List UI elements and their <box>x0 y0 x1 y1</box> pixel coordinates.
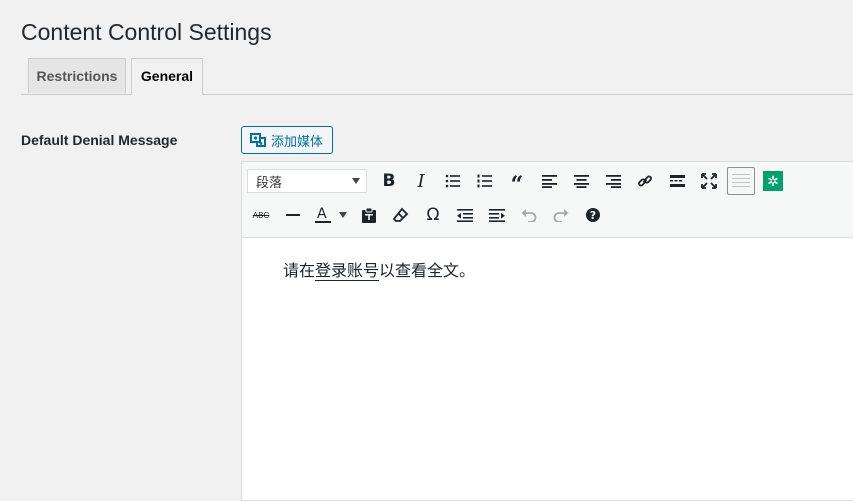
chevron-down-icon <box>339 212 347 218</box>
add-media-label: 添加媒体 <box>271 133 324 149</box>
svg-text:?: ? <box>590 209 596 222</box>
help-button[interactable]: ? <box>579 201 607 229</box>
italic-icon: I <box>417 170 425 192</box>
special-character-button[interactable]: Ω <box>419 201 447 229</box>
numbered-list-button[interactable] <box>471 167 499 195</box>
horizontal-line-button[interactable] <box>279 201 307 229</box>
indent-button[interactable] <box>483 201 511 229</box>
content-login-link[interactable]: 登录账号 <box>315 261 380 281</box>
tab-restrictions[interactable]: Restrictions <box>28 58 126 93</box>
outdent-icon <box>457 209 473 222</box>
redo-icon <box>553 209 569 222</box>
link-button[interactable] <box>631 167 659 195</box>
svg-text:A: A <box>317 206 327 222</box>
fullscreen-icon <box>701 173 717 189</box>
bold-icon: B <box>382 171 396 191</box>
blockquote-button[interactable]: “ <box>503 167 531 198</box>
page-title: Content Control Settings <box>21 19 272 45</box>
format-select[interactable]: 段落 <box>247 169 367 193</box>
toolbar-toggle-icon <box>732 174 750 187</box>
bullet-list-icon <box>445 174 460 188</box>
editor-content[interactable]: 请在登录账号以查看全文。 <box>283 260 475 282</box>
add-media-button[interactable]: 添加媒体 <box>241 126 333 154</box>
bullet-list-button[interactable] <box>439 167 467 195</box>
tab-general[interactable]: General <box>131 58 203 95</box>
fullscreen-button[interactable] <box>695 167 723 195</box>
settings-tabs: Restrictions General <box>21 58 853 95</box>
link-icon <box>638 175 652 187</box>
text-color-button[interactable]: A <box>311 201 351 229</box>
redo-button[interactable] <box>547 201 575 229</box>
media-icon <box>250 133 266 147</box>
content-text-before: 请在 <box>283 261 316 280</box>
special-character-icon: Ω <box>426 205 440 225</box>
bold-button[interactable]: B <box>375 167 403 195</box>
align-left-icon <box>541 175 557 188</box>
editor-toolbar: 段落 B I “ ✲ ABC A Ω ? <box>242 162 853 238</box>
paste-text-icon <box>362 207 376 223</box>
align-center-icon <box>573 175 589 188</box>
content-text-after: 以查看全文。 <box>379 261 476 280</box>
default-denial-message-label: Default Denial Message <box>21 132 178 148</box>
undo-icon <box>521 209 537 222</box>
indent-icon <box>489 209 505 222</box>
undo-button[interactable] <box>515 201 543 229</box>
align-left-button[interactable] <box>535 167 563 195</box>
format-select-value: 段落 <box>256 174 283 190</box>
align-right-button[interactable] <box>599 167 627 195</box>
chevron-down-icon <box>352 178 360 184</box>
strikethrough-button[interactable]: ABC <box>247 201 275 229</box>
help-icon: ? <box>586 208 600 222</box>
toolbar-row-1: 段落 B I “ ✲ <box>247 167 791 198</box>
outdent-button[interactable] <box>451 201 479 229</box>
clear-formatting-button[interactable] <box>387 201 415 229</box>
align-right-icon <box>605 175 621 188</box>
blockquote-icon: “ <box>510 172 524 198</box>
numbered-list-icon <box>477 174 492 188</box>
toolbar-row-2: ABC A Ω ? <box>247 201 611 229</box>
text-color-icon: A <box>315 206 331 223</box>
rich-text-editor: 段落 B I “ ✲ ABC A Ω ? 请在登录账号以查看全文。 <box>241 161 853 501</box>
horizontal-line-icon <box>286 214 300 216</box>
align-center-button[interactable] <box>567 167 595 195</box>
toolbar-toggle-button[interactable] <box>727 167 755 195</box>
plugin-gear-button[interactable]: ✲ <box>759 167 787 195</box>
plugin-gear-icon: ✲ <box>763 171 783 191</box>
read-more-button[interactable] <box>663 167 691 195</box>
paste-text-button[interactable] <box>355 201 383 229</box>
clear-formatting-icon <box>393 207 409 222</box>
read-more-icon <box>669 175 685 187</box>
strikethrough-icon: ABC <box>252 210 270 220</box>
italic-button[interactable]: I <box>407 167 435 195</box>
